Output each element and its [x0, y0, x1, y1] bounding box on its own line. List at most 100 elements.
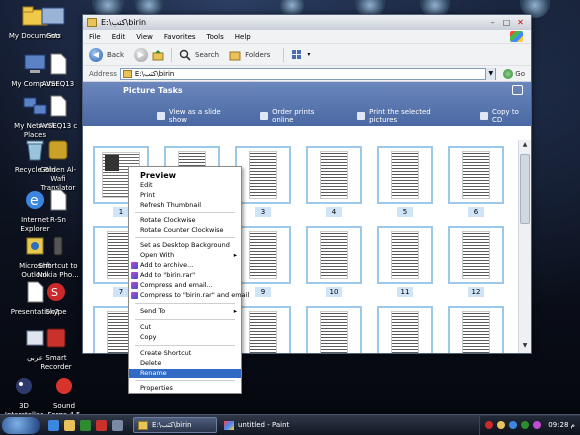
folders-button[interactable]: Folders: [245, 51, 270, 59]
thumbnail-item[interactable]: 16: [306, 306, 362, 353]
thumbnail-item[interactable]: 18: [448, 306, 504, 353]
address-dropdown-icon[interactable]: ▼: [485, 67, 496, 80]
thumbnail-item[interactable]: 11: [377, 226, 433, 306]
close-button[interactable]: ✕: [515, 18, 526, 28]
slideshow-icon: [157, 112, 165, 120]
thumbnail-frame[interactable]: [235, 146, 291, 204]
menu-properties[interactable]: Properties: [129, 384, 241, 393]
scroll-up-icon[interactable]: ▲: [520, 141, 530, 151]
tray-icon[interactable]: [521, 421, 530, 429]
thumbnail-frame[interactable]: [448, 306, 504, 353]
desktop-icon-sound-forge[interactable]: Sound Forge 4.5: [44, 372, 84, 420]
menu-tools[interactable]: Tools: [207, 33, 224, 41]
thumbnail-frame[interactable]: [306, 146, 362, 204]
thumbnail-frame[interactable]: [235, 306, 291, 353]
scroll-thumb[interactable]: [520, 154, 530, 224]
menu-create-shortcut[interactable]: Create Shortcut: [129, 349, 241, 358]
taskbar-item-explorer[interactable]: E:\كتب\birin: [133, 417, 217, 433]
menu-rotate-clockwise[interactable]: Rotate Clockwise: [129, 216, 241, 225]
desktop-icon-golden-al-wafi[interactable]: Golden Al-Wafi Translator: [36, 136, 80, 193]
quick-launch-icon[interactable]: [64, 419, 75, 431]
menu-compress-and-email[interactable]: Compress and email...: [129, 281, 241, 290]
search-icon[interactable]: [179, 49, 191, 61]
folders-icon[interactable]: [229, 49, 241, 61]
desktop-icon-skype[interactable]: S Skype: [36, 278, 76, 317]
back-arrow-icon[interactable]: ◀: [89, 47, 103, 62]
tray-icon[interactable]: [485, 421, 494, 429]
thumbnail-item[interactable]: 17: [377, 306, 433, 353]
forward-arrow-icon[interactable]: ▶: [134, 47, 148, 62]
task-copy-to-cd[interactable]: Copy to CD: [480, 108, 531, 124]
thumbnail-item[interactable]: 3: [235, 146, 291, 226]
quick-launch-icon[interactable]: [80, 419, 91, 431]
task-order-prints[interactable]: Order prints online: [260, 108, 337, 124]
thumbnail-frame[interactable]: [235, 226, 291, 284]
thumbnail-frame[interactable]: [448, 226, 504, 284]
desktop-icon-r-sn[interactable]: R-Sn: [38, 186, 78, 225]
quick-launch-icon[interactable]: [48, 419, 59, 431]
tray-icon[interactable]: [509, 421, 518, 429]
menu-edit-item[interactable]: Edit: [129, 181, 241, 190]
up-folder-icon[interactable]: [152, 49, 164, 61]
address-input[interactable]: E:\كتب\birin ▼: [119, 67, 497, 80]
go-button[interactable]: Go: [503, 68, 525, 79]
menu-rename[interactable]: Rename: [129, 369, 241, 378]
menu-separator: [135, 319, 235, 320]
desktop-icon-goo[interactable]: Goo: [36, 2, 70, 41]
menu-delete[interactable]: Delete: [129, 359, 241, 368]
quick-launch-icon[interactable]: [96, 419, 107, 431]
thumbnail-item[interactable]: 6: [448, 146, 504, 226]
menu-rotate-counter-clockwise[interactable]: Rotate Counter Clockwise: [129, 226, 241, 235]
menu-print[interactable]: Print: [129, 191, 241, 200]
tray-icon[interactable]: [533, 421, 542, 429]
quick-launch-icon[interactable]: [112, 419, 123, 431]
back-button[interactable]: Back: [107, 51, 124, 59]
thumbnail-item[interactable]: 4: [306, 146, 362, 226]
desktop-icon-avseq13[interactable]: AVSEQ13: [38, 50, 78, 89]
menu-refresh-thumbnail[interactable]: Refresh Thumbnail: [129, 201, 241, 210]
thumbnail-label: 10: [326, 287, 342, 297]
menu-send-to[interactable]: Send To ▸: [129, 307, 241, 316]
desktop-icon-avseq13-c[interactable]: AVSEQ13 c: [38, 92, 78, 131]
menu-help[interactable]: Help: [235, 33, 251, 41]
thumbnail-item[interactable]: 15: [235, 306, 291, 353]
menu-add-to-archive[interactable]: Add to archive...: [129, 261, 241, 270]
task-print-selected[interactable]: Print the selected pictures: [357, 108, 460, 124]
thumbnail-frame[interactable]: [448, 146, 504, 204]
thumbnail-frame[interactable]: [377, 306, 433, 353]
page-preview-image: [320, 311, 348, 353]
thumbnail-item[interactable]: 10: [306, 226, 362, 306]
maximize-button[interactable]: □: [501, 18, 512, 28]
thumbnail-frame[interactable]: [377, 226, 433, 284]
scroll-down-icon[interactable]: ▼: [520, 342, 530, 352]
thumbnail-item[interactable]: 5: [377, 146, 433, 226]
views-dropdown-icon[interactable]: ▾: [307, 51, 310, 58]
menu-copy[interactable]: Copy: [129, 333, 241, 342]
thumbnail-item[interactable]: 12: [448, 226, 504, 306]
window-titlebar[interactable]: E:\كتب\birin – □ ✕: [83, 15, 531, 30]
menu-compress-rar-and-email[interactable]: Compress to "birin.rar" and email: [129, 291, 249, 300]
menu-file[interactable]: File: [89, 33, 101, 41]
taskbar-item-paint[interactable]: untitled - Paint: [220, 417, 304, 433]
start-button[interactable]: [2, 416, 40, 434]
thumbnail-frame[interactable]: [306, 306, 362, 353]
menu-edit[interactable]: Edit: [112, 33, 126, 41]
desktop-icon-nokia-pho[interactable]: Shortcut to Nokia Pho...: [36, 232, 80, 280]
search-button[interactable]: Search: [195, 51, 219, 59]
menu-favorites[interactable]: Favorites: [164, 33, 196, 41]
menu-open-with[interactable]: Open With ▸: [129, 251, 241, 260]
menu-view[interactable]: View: [136, 33, 153, 41]
menu-cut[interactable]: Cut: [129, 323, 241, 332]
menu-preview[interactable]: Preview: [129, 170, 241, 181]
task-slideshow[interactable]: View as a slide show: [157, 108, 240, 124]
views-icon[interactable]: [291, 49, 303, 61]
collapse-tasks-icon[interactable]: [512, 85, 523, 95]
thumbnail-frame[interactable]: [377, 146, 433, 204]
vertical-scrollbar[interactable]: ▲ ▼: [518, 140, 531, 353]
desktop-icon-smart-recorder[interactable]: Smart Recorder: [36, 324, 76, 372]
tray-icon[interactable]: [497, 421, 506, 429]
thumbnail-frame[interactable]: [306, 226, 362, 284]
menu-set-desktop-background[interactable]: Set as Desktop Background: [129, 241, 241, 250]
minimize-button[interactable]: –: [487, 18, 498, 28]
menu-add-to-rar[interactable]: Add to "birin.rar": [129, 271, 241, 280]
